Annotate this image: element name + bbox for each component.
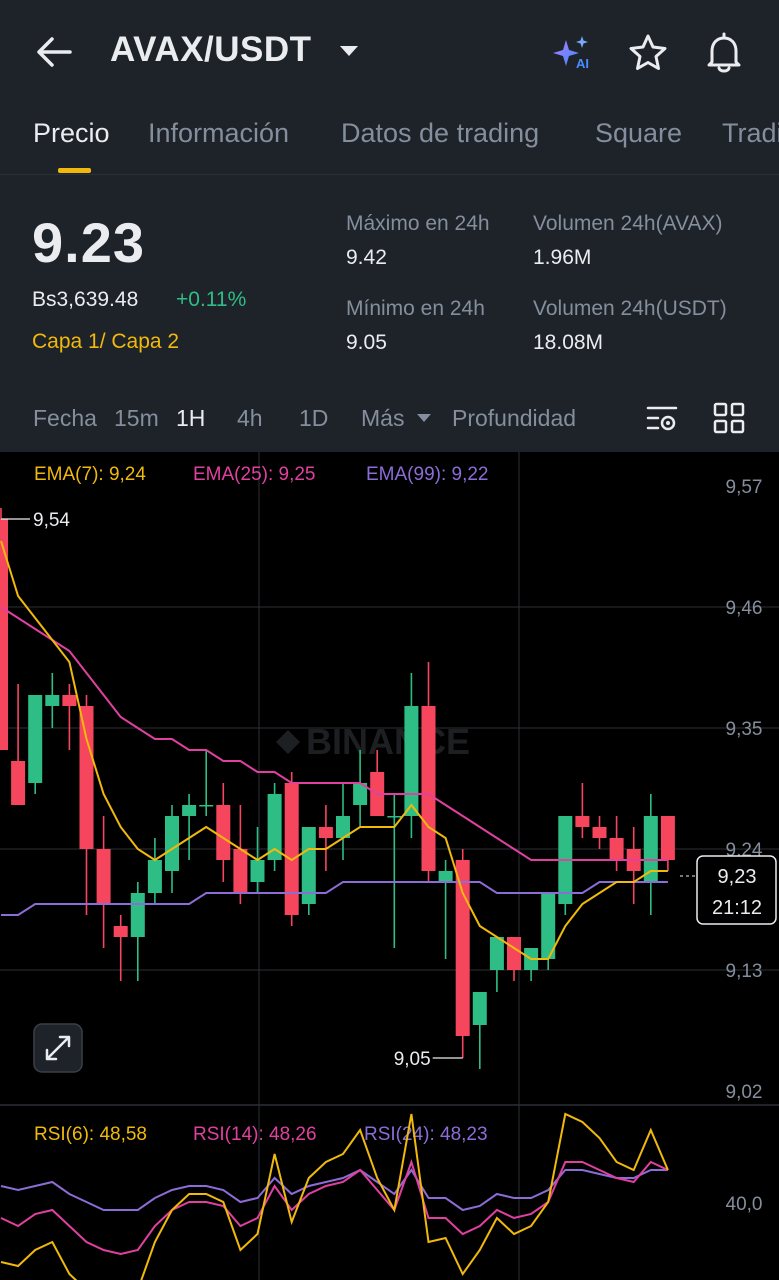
rsi24-label: RSI(24): 48,23 [364,1124,488,1145]
active-tab-indicator [58,168,91,173]
candle-body [199,805,214,807]
last-price: 9.23 [32,211,145,274]
tf-1d[interactable]: 1D [299,405,328,432]
tf-15m[interactable]: 15m [114,405,159,432]
rsi14-label: RSI(14): 48,26 [193,1124,317,1145]
y-tick-label: 9,46 [726,598,763,619]
tf-depth[interactable]: Profundidad [452,405,576,432]
y-tick-label: 9,57 [726,477,763,498]
watermark: BINANCE [276,721,470,762]
volume-quote-value: 18.08M [533,331,604,354]
ai-sparkle-icon[interactable]: AI [552,34,594,74]
ema25-label: EMA(25): 9,25 [193,464,316,485]
tab-trading-data[interactable]: Datos de trading [341,118,539,149]
bell-icon[interactable] [704,32,744,74]
high-24h-value: 9.42 [346,246,387,269]
candle-body [62,695,77,706]
current-price-value: 9,23 [718,866,757,888]
tab-bar: Precio Información Datos de trading Squa… [0,112,779,174]
candle-body [507,937,521,970]
candle-body [472,992,487,1025]
category-tag[interactable]: Capa 1/ Capa 2 [32,330,179,354]
candle-body [404,706,419,816]
candlestick-chart[interactable]: BINANCE 9,549,05 9,579,469,359,249,139,0… [0,452,779,1280]
candle-body [575,816,590,827]
candle-body [28,695,43,783]
ema7-label: EMA(7): 9,24 [34,464,146,485]
ai-label: AI [576,56,589,71]
volume-base-value: 1.96M [533,246,592,269]
candle-body [147,860,162,893]
low-24h-label: Mínimo en 24h [346,297,485,320]
fiat-price: Bs3,639.48 [32,288,139,311]
ema99-label: EMA(99): 9,22 [366,464,489,485]
candle-countdown: 21:12 [712,897,762,919]
low-24h-value: 9.05 [346,331,387,354]
price-change: +0.11% [176,288,247,311]
candle-body [318,827,333,838]
candle-body [438,871,453,882]
candle-body [660,816,675,860]
candle-body [609,838,624,860]
caret-down-icon[interactable] [416,413,432,423]
tab-trading[interactable]: Trading [722,118,779,149]
candle-body [284,783,299,915]
tf-date[interactable]: Fecha [33,405,97,432]
expand-button[interactable] [33,1023,83,1073]
tab-square[interactable]: Square [595,118,682,149]
candle-body [387,816,402,818]
candle-body [489,937,504,970]
high-24h-label: Máximo en 24h [346,212,490,235]
candle-body [11,761,26,805]
divider [0,174,779,175]
pair-title[interactable]: AVAX/USDT [110,30,312,70]
arrow-left-icon[interactable] [34,34,74,70]
y-tick-label: 9,02 [726,1082,763,1103]
low-marker-label: 9,05 [394,1049,431,1070]
volume-base-label: Volumen 24h(AVAX) [533,212,723,235]
y-tick-label: 9,35 [726,719,763,740]
rsi-tick: 40,0 [726,1194,763,1215]
candle-body [130,893,145,937]
candle-body [421,706,436,871]
candle-body [233,849,248,893]
candle-body [592,827,607,838]
rsi6-label: RSI(6): 48,58 [34,1124,147,1145]
candle-body [79,706,94,849]
candle-body [455,860,470,1036]
star-icon[interactable] [628,33,668,73]
tf-more[interactable]: Más [361,405,404,432]
watermark-text: BINANCE [306,721,470,762]
y-tick-label: 9,13 [726,961,763,982]
high-marker-label: 9,54 [33,510,70,531]
candle-body [96,849,111,904]
tab-price[interactable]: Precio [33,118,110,149]
candle-body [165,816,179,871]
volume-quote-label: Volumen 24h(USDT) [533,297,727,320]
candle-body [250,860,265,882]
tf-1h[interactable]: 1H [176,405,205,432]
tf-4h[interactable]: 4h [237,405,263,432]
grid-layout-icon[interactable] [713,402,745,434]
chart-settings-icon[interactable] [646,404,678,432]
candle-body [113,926,128,937]
candle-body [182,805,197,816]
chevron-down-icon[interactable] [338,44,360,58]
tab-info[interactable]: Información [148,118,289,149]
candle-body [216,805,231,860]
candle-body [45,695,60,706]
